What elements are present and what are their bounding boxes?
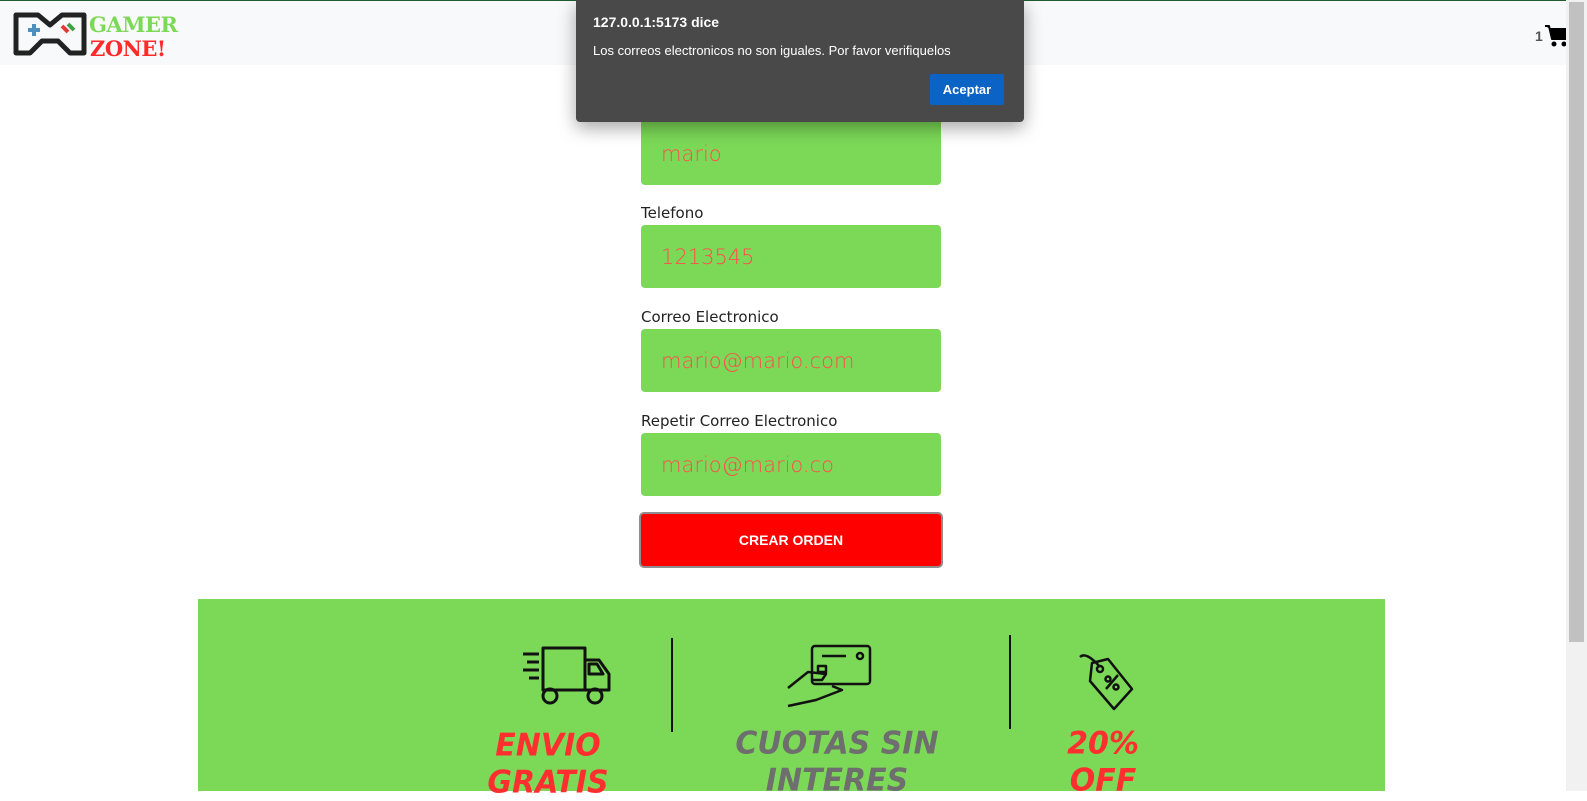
- repeat-email-label: Repetir Correo Electronico: [641, 412, 838, 430]
- dialog-message: Los correos electronicos no son iguales.…: [593, 43, 951, 58]
- phone-input[interactable]: 1213545: [641, 225, 941, 288]
- logo-text-zone: ZONE!: [90, 36, 166, 61]
- credit-card-hand-icon: [787, 644, 872, 708]
- promo-divider: [1009, 635, 1011, 729]
- email-input[interactable]: mario@mario.com: [641, 329, 941, 392]
- cart-button[interactable]: 1: [1535, 21, 1570, 51]
- alert-dialog: 127.0.0.1:5173 dice Los correos electron…: [576, 0, 1024, 122]
- promo-divider: [671, 638, 673, 732]
- dialog-accept-button[interactable]: Aceptar: [930, 74, 1004, 105]
- vertical-scrollbar[interactable]: [1566, 0, 1587, 791]
- delivery-truck-icon: [523, 646, 611, 705]
- discount-label: 20% OFF: [1067, 725, 1139, 799]
- price-tag-icon: [1079, 654, 1134, 711]
- free-shipping-label: ENVIO GRATIS: [487, 727, 609, 801]
- installments-label: CUOTAS SIN INTERES: [735, 725, 939, 799]
- create-order-button[interactable]: CREAR ORDEN: [639, 512, 943, 568]
- name-input[interactable]: mario: [641, 122, 941, 185]
- logo-text-gamer: GAMER: [89, 12, 178, 37]
- scrollbar-thumb[interactable]: [1569, 2, 1584, 642]
- promo-banner: ENVIO GRATIS CUOTAS SIN INTERES 20% OFF: [198, 599, 1385, 801]
- repeat-email-input[interactable]: mario@mario.co: [641, 433, 941, 496]
- brand-logo[interactable]: GAMER ZONE!: [12, 9, 178, 61]
- email-label: Correo Electronico: [641, 308, 779, 326]
- cart-count-badge: 1: [1535, 28, 1543, 44]
- dialog-title: 127.0.0.1:5173 dice: [593, 14, 720, 30]
- phone-label: Telefono: [641, 204, 704, 222]
- gamepad-icon: [13, 12, 87, 56]
